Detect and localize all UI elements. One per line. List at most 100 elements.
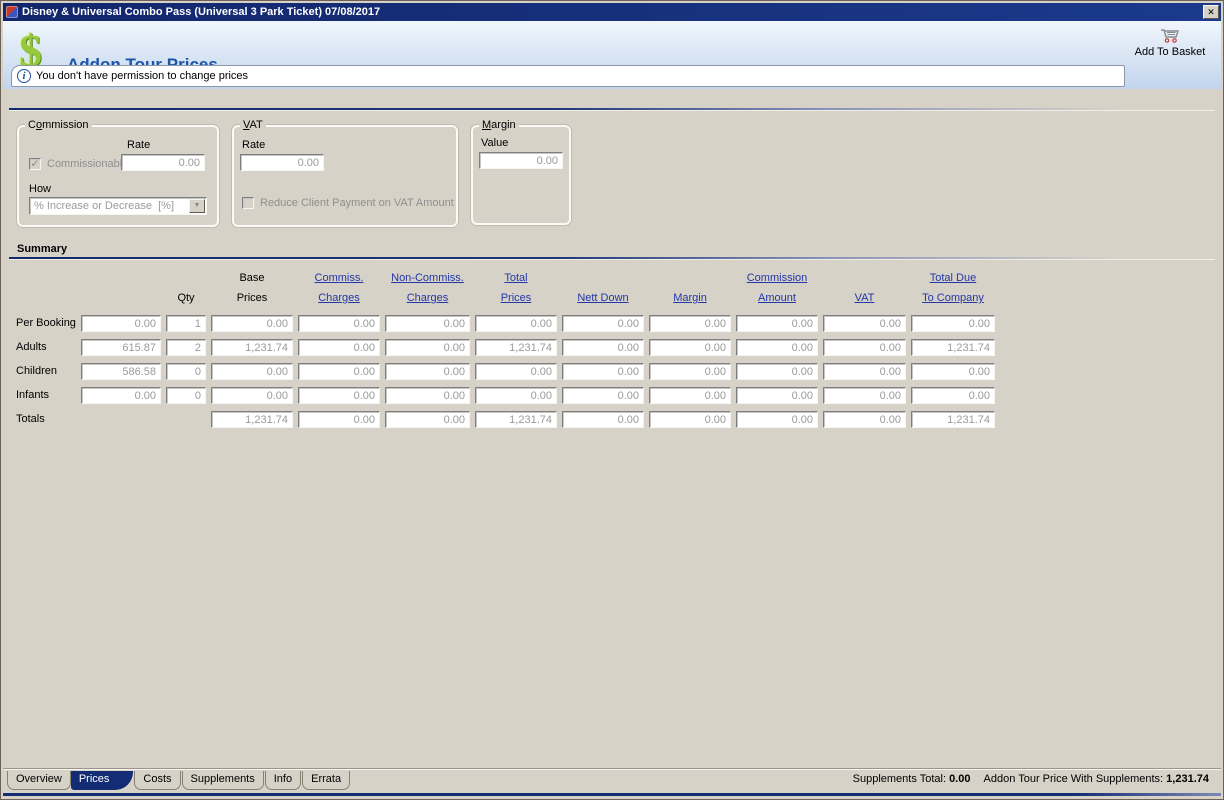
summary-cell-input[interactable] xyxy=(81,363,161,380)
chevron-down-icon[interactable]: ▼ xyxy=(189,199,205,213)
summary-cell-input[interactable] xyxy=(911,411,995,428)
margin-value-input[interactable] xyxy=(479,152,563,169)
summary-cell-input[interactable] xyxy=(562,315,644,332)
summary-cell-input[interactable] xyxy=(385,363,470,380)
summary-cell-input[interactable] xyxy=(166,387,206,404)
tab-underline xyxy=(3,793,1221,796)
summary-cell-input[interactable] xyxy=(81,387,161,404)
summary-cell-input[interactable] xyxy=(823,315,906,332)
summary-cell-input[interactable] xyxy=(475,363,557,380)
summary-cell-input[interactable] xyxy=(211,411,293,428)
app-window: Disney & Universal Combo Pass (Universal… xyxy=(0,0,1224,800)
summary-cell-input[interactable] xyxy=(166,339,206,356)
commission-rate-input[interactable] xyxy=(121,154,205,171)
supplements-total-label: Supplements Total: xyxy=(852,773,946,785)
reduce-client-payment-label: Reduce Client Payment on VAT Amount xyxy=(260,197,454,209)
summary-cell-input[interactable] xyxy=(475,387,557,404)
col-header-non-commiss-charges[interactable]: Non-Commiss. Charges xyxy=(385,268,470,308)
summary-cell-input[interactable] xyxy=(736,411,818,428)
summary-cell-input[interactable] xyxy=(911,363,995,380)
table-row: Adults xyxy=(16,339,1221,356)
tab-supplements[interactable]: Supplements xyxy=(181,771,264,790)
summary-cell-input[interactable] xyxy=(562,339,644,356)
summary-cell-input[interactable] xyxy=(211,339,293,356)
summary-cell-input[interactable] xyxy=(298,339,380,356)
summary-cell-input[interactable] xyxy=(911,339,995,356)
summary-cell-input[interactable] xyxy=(385,339,470,356)
table-row: Infants xyxy=(16,387,1221,404)
col-header-nett-down[interactable]: Nett Down xyxy=(562,268,644,308)
summary-cell-input[interactable] xyxy=(649,339,731,356)
row-label: Infants xyxy=(16,389,50,401)
margin-group: Margin Value xyxy=(471,119,571,225)
bottom-bar: Overview Prices Costs Supplements Info E… xyxy=(3,768,1221,797)
commission-group-label: Commission xyxy=(25,119,92,131)
vat-group: VAT Rate Reduce Client Payment on VAT Am… xyxy=(232,119,458,227)
summary-cell-input[interactable] xyxy=(562,363,644,380)
row-label: Adults xyxy=(16,341,47,353)
summary-cell-input[interactable] xyxy=(166,363,206,380)
summary-cell-input[interactable] xyxy=(475,315,557,332)
col-header-total-due-to-company[interactable]: Total Due To Company xyxy=(911,268,995,308)
summary-cell-input[interactable] xyxy=(81,339,161,356)
summary-cell-input[interactable] xyxy=(385,315,470,332)
commission-how-label: How xyxy=(29,183,52,195)
summary-cell-input[interactable] xyxy=(475,411,557,428)
app-icon xyxy=(6,6,18,18)
summary-cell-input[interactable] xyxy=(911,387,995,404)
row-label: Totals xyxy=(16,413,45,425)
summary-cell-input[interactable] xyxy=(562,387,644,404)
margin-group-label: Margin xyxy=(479,119,519,131)
col-header-qty: Qty xyxy=(177,292,195,304)
summary-cell-input[interactable] xyxy=(298,387,380,404)
summary-cell-input[interactable] xyxy=(385,387,470,404)
summary-cell-input[interactable] xyxy=(562,411,644,428)
summary-cell-input[interactable] xyxy=(649,411,731,428)
tab-overview[interactable]: Overview xyxy=(7,771,71,790)
summary-cell-input[interactable] xyxy=(649,387,731,404)
top-divider xyxy=(9,108,1215,111)
summary-cell-input[interactable] xyxy=(385,411,470,428)
summary-cell-input[interactable] xyxy=(911,315,995,332)
col-header-total-prices[interactable]: Total Prices xyxy=(475,268,557,308)
vat-rate-input[interactable] xyxy=(240,154,324,171)
tab-costs[interactable]: Costs xyxy=(134,771,181,790)
summary-divider xyxy=(9,257,1215,260)
tab-info[interactable]: Info xyxy=(264,771,302,790)
commissionable-label: Commissionable xyxy=(47,158,129,170)
summary-cell-input[interactable] xyxy=(823,387,906,404)
col-header-vat[interactable]: VAT xyxy=(823,268,906,308)
commission-group: Commission Rate ✓ Commissionable How % I… xyxy=(17,119,219,227)
summary-cell-input[interactable] xyxy=(211,315,293,332)
tab-errata[interactable]: Errata xyxy=(302,771,351,790)
summary-cell-input[interactable] xyxy=(211,387,293,404)
reduce-client-payment-checkbox[interactable] xyxy=(242,197,254,209)
summary-cell-input[interactable] xyxy=(298,315,380,332)
summary-cell-input[interactable] xyxy=(736,387,818,404)
summary-cell-input[interactable] xyxy=(823,339,906,356)
add-to-basket-button[interactable]: Add To Basket xyxy=(1127,27,1213,58)
summary-cell-input[interactable] xyxy=(823,363,906,380)
summary-cell-input[interactable] xyxy=(81,315,161,332)
summary-cell-input[interactable] xyxy=(475,339,557,356)
col-header-margin[interactable]: Margin xyxy=(649,268,731,308)
commission-how-dropdown[interactable]: % Increase or Decrease [%] ▼ xyxy=(29,197,207,215)
summary-cell-input[interactable] xyxy=(736,315,818,332)
summary-cell-input[interactable] xyxy=(166,315,206,332)
summary-cell-input[interactable] xyxy=(298,363,380,380)
summary-cell-input[interactable] xyxy=(736,339,818,356)
close-icon[interactable]: ✕ xyxy=(1203,5,1219,19)
summary-cell-input[interactable] xyxy=(736,363,818,380)
summary-cell-input[interactable] xyxy=(649,315,731,332)
summary-cell-input[interactable] xyxy=(823,411,906,428)
summary-cell-input[interactable] xyxy=(298,411,380,428)
col-header-commiss-charges[interactable]: Commiss. Charges xyxy=(298,268,380,308)
commission-how-value: % Increase or Decrease [%] xyxy=(34,200,175,212)
summary-cell-input[interactable] xyxy=(211,363,293,380)
page-header: $ Addon Tour Prices Add To Basket i You … xyxy=(3,21,1221,89)
col-header-commission-amount[interactable]: Commission Amount xyxy=(736,268,818,308)
tab-prices[interactable]: Prices xyxy=(70,771,134,790)
summary-cell-input[interactable] xyxy=(649,363,731,380)
commissionable-checkbox[interactable]: ✓ xyxy=(29,158,41,170)
add-to-basket-label: Add To Basket xyxy=(1134,46,1206,58)
